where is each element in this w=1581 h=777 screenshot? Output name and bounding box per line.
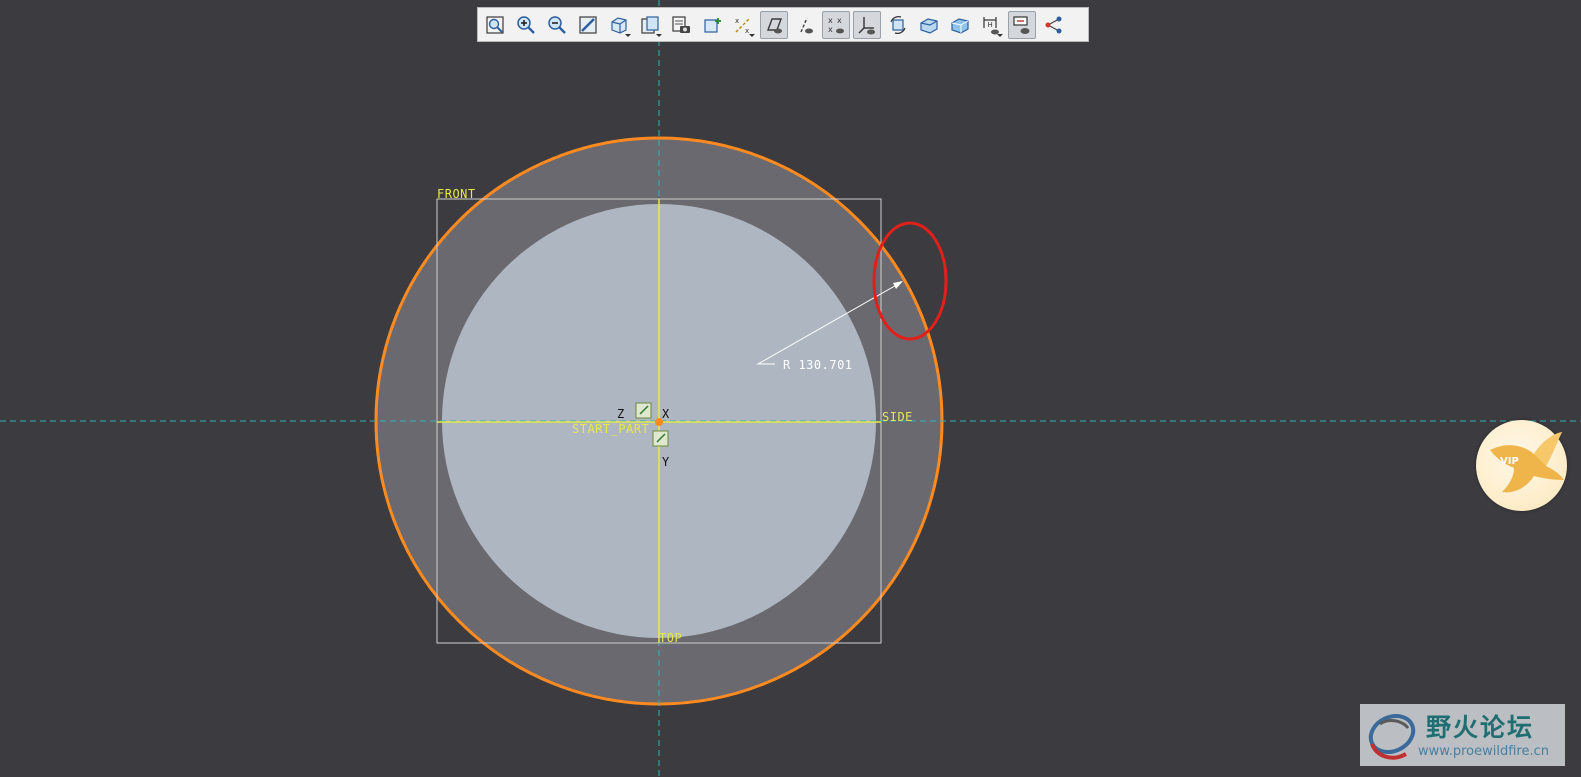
view-manager-icon (671, 15, 690, 33)
svg-text:x: x (837, 16, 842, 25)
zoom-out-button[interactable] (543, 11, 571, 39)
constraint-display-icon (1012, 15, 1029, 34)
graphics-toolbar: x x x x x H (477, 7, 1089, 42)
sketch-display-button[interactable] (915, 11, 943, 39)
datum-label-side[interactable]: SIDE (882, 410, 913, 424)
vertex-display-button[interactable] (1039, 11, 1067, 39)
axis-label-y: Y (662, 455, 670, 469)
forum-url: www.proewildfire.cn (1418, 744, 1549, 759)
plane-display-button[interactable] (759, 10, 788, 39)
zoom-out-icon (547, 15, 566, 34)
dimension-display-button[interactable]: H (977, 11, 1005, 39)
vertex-display-icon (1045, 16, 1061, 33)
datum-display-filters-button[interactable]: x x (729, 11, 757, 39)
svg-text:H: H (987, 21, 992, 29)
point-display-button[interactable]: x x x (821, 10, 850, 39)
constraint-display-button[interactable] (1007, 10, 1036, 39)
spin-center-icon (889, 15, 906, 34)
shaded-icon (950, 17, 969, 34)
axis-display-icon (799, 17, 813, 33)
spin-center-button[interactable] (884, 11, 912, 39)
svg-text:x: x (828, 25, 833, 34)
refit-icon (485, 15, 504, 34)
sketch-display-icon (919, 17, 938, 34)
plane-display-icon (766, 17, 782, 33)
csys-label[interactable]: START_PART (572, 422, 649, 436)
csys-display-icon (858, 16, 875, 34)
axis-display-button[interactable] (791, 11, 819, 39)
repaint-button[interactable] (574, 11, 602, 39)
vip-bird-icon: VIP (1490, 432, 1564, 493)
svg-text:x: x (735, 17, 739, 25)
vip-badge[interactable]: VIP (1476, 420, 1567, 511)
sketch-view-icon (703, 17, 721, 33)
saved-orientations-icon (640, 15, 659, 34)
display-style-button[interactable] (605, 11, 633, 39)
axis-label-x: X (662, 407, 670, 421)
sketch-canvas[interactable]: FRONT SIDE TOP START_PART X Z Y R 130.70… (0, 0, 1581, 777)
forum-logo-icon (1368, 714, 1416, 760)
datum-label-top[interactable]: TOP (659, 631, 682, 645)
svg-text:x: x (745, 27, 749, 35)
datum-label-front[interactable]: FRONT (437, 187, 476, 201)
forum-watermark: 野火论坛 www.proewildfire.cn (1360, 704, 1565, 766)
csys-display-button[interactable] (852, 10, 881, 39)
sketch-view-button[interactable] (698, 11, 726, 39)
graphics-area[interactable]: FRONT SIDE TOP START_PART X Z Y R 130.70… (0, 0, 1581, 777)
dimension-display-icon: H (982, 16, 999, 34)
repaint-icon (578, 15, 597, 34)
view-manager-button[interactable] (667, 11, 695, 39)
axis-label-z: Z (617, 407, 625, 421)
zoom-in-button[interactable] (512, 11, 540, 39)
display-style-icon (610, 16, 627, 34)
shaded-button[interactable] (946, 11, 974, 39)
svg-text:x: x (828, 16, 833, 25)
refit-button[interactable] (481, 11, 509, 39)
point-display-icon: x x x (828, 16, 844, 34)
datum-display-filters-icon: x x (735, 17, 750, 35)
zoom-in-icon (516, 15, 535, 34)
vip-badge-text: VIP (1500, 456, 1519, 467)
forum-title: 野火论坛 (1426, 713, 1535, 742)
saved-orientations-button[interactable] (636, 11, 664, 39)
radius-dimension-value[interactable]: R 130.701 (783, 358, 853, 372)
